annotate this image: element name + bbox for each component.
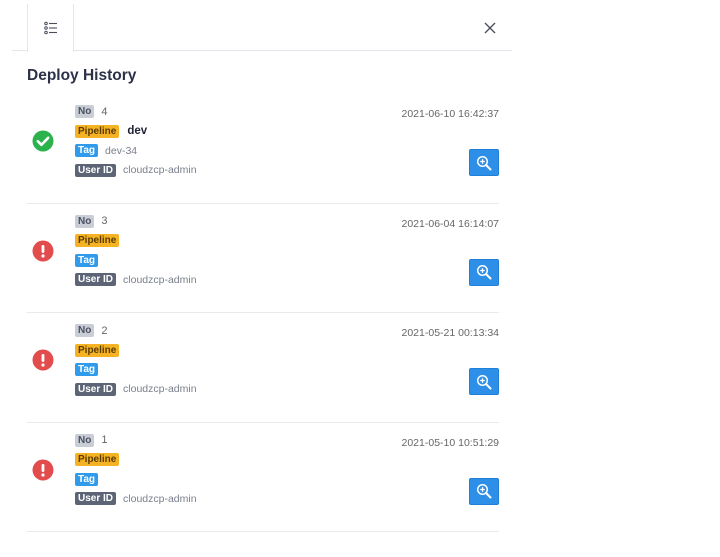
no-value: 4 bbox=[101, 105, 108, 118]
page-title: Deploy History bbox=[27, 67, 137, 84]
user-line: User ID cloudzcp-admin bbox=[75, 489, 455, 509]
no-badge: No bbox=[75, 433, 95, 447]
close-icon bbox=[484, 22, 496, 34]
user-line: User ID cloudzcp-admin bbox=[75, 380, 455, 400]
pipeline-badge: Pipeline bbox=[75, 234, 120, 248]
user-id-value: cloudzcp-admin bbox=[123, 273, 197, 286]
user-id-badge: User ID bbox=[75, 492, 117, 506]
deploy-timestamp: 2021-06-10 16:42:37 bbox=[401, 108, 500, 120]
zoom-in-icon bbox=[476, 374, 492, 389]
zoom-in-icon bbox=[476, 264, 492, 280]
zoom-in-icon bbox=[476, 155, 492, 170]
deploy-meta: No 1 Pipeline Tag User ID cloudzcp-admin bbox=[75, 431, 455, 509]
zoom-in-icon bbox=[476, 483, 492, 499]
exclamation-circle-icon bbox=[32, 240, 54, 262]
tab-deploy-history[interactable] bbox=[27, 4, 74, 52]
deploy-timestamp: 2021-05-10 10:51:29 bbox=[401, 436, 500, 449]
list-icon bbox=[43, 21, 57, 35]
no-line: No 2 bbox=[75, 321, 455, 341]
check-circle-icon bbox=[32, 130, 54, 152]
view-details-button[interactable] bbox=[469, 258, 499, 286]
tab-bar bbox=[12, 4, 512, 52]
no-value: 3 bbox=[101, 215, 108, 228]
user-id-badge: User ID bbox=[75, 163, 117, 177]
pipeline-line: Pipeline bbox=[75, 450, 455, 470]
tag-badge: Tag bbox=[75, 472, 99, 486]
no-badge: No bbox=[75, 105, 95, 119]
view-details-button[interactable] bbox=[469, 368, 499, 395]
pipeline-badge: Pipeline bbox=[75, 343, 120, 357]
no-line: No 4 bbox=[75, 102, 455, 122]
user-id-value: cloudzcp-admin bbox=[123, 164, 197, 177]
view-details-button[interactable] bbox=[469, 477, 499, 505]
exclamation-circle-icon bbox=[32, 459, 54, 481]
tag-badge: Tag bbox=[75, 253, 99, 267]
tag-badge: Tag bbox=[75, 144, 99, 158]
pipeline-line: Pipeline dev bbox=[75, 122, 455, 142]
pipeline-line: Pipeline bbox=[75, 231, 455, 251]
tag-value: dev-34 bbox=[105, 144, 138, 157]
user-id-value: cloudzcp-admin bbox=[123, 492, 197, 505]
pipeline-badge: Pipeline bbox=[75, 124, 120, 138]
no-value: 1 bbox=[101, 434, 108, 447]
no-value: 2 bbox=[101, 324, 108, 337]
deploy-item: No 1 Pipeline Tag User ID cloudzcp-admin… bbox=[27, 423, 500, 532]
deploy-history-panel: Deploy History No 4 Pipeline dev Tag dev… bbox=[12, 4, 512, 557]
user-id-value: cloudzcp-admin bbox=[123, 383, 197, 396]
deploy-timestamp: 2021-06-04 16:14:07 bbox=[401, 217, 500, 230]
deploy-meta: No 3 Pipeline Tag User ID cloudzcp-admin bbox=[75, 212, 455, 290]
no-badge: No bbox=[75, 324, 95, 338]
deploy-timestamp: 2021-05-21 00:13:34 bbox=[401, 327, 500, 339]
deploy-item: No 4 Pipeline dev Tag dev-34 User ID clo… bbox=[27, 94, 499, 204]
tag-line: Tag bbox=[75, 360, 455, 380]
tag-line: Tag bbox=[75, 470, 455, 490]
deploy-meta: No 2 Pipeline Tag User ID cloudzcp-admin bbox=[75, 321, 455, 399]
user-line: User ID cloudzcp-admin bbox=[75, 270, 455, 290]
deploy-list: No 4 Pipeline dev Tag dev-34 User ID clo… bbox=[27, 94, 499, 532]
no-line: No 1 bbox=[75, 431, 455, 451]
user-line: User ID cloudzcp-admin bbox=[75, 161, 455, 181]
no-line: No 3 bbox=[75, 212, 455, 232]
tag-badge: Tag bbox=[75, 363, 99, 377]
tag-line: Tag dev-34 bbox=[75, 141, 455, 161]
pipeline-value: dev bbox=[127, 125, 148, 138]
pipeline-line: Pipeline bbox=[75, 341, 455, 361]
user-id-badge: User ID bbox=[75, 273, 117, 287]
view-details-button[interactable] bbox=[469, 149, 499, 176]
deploy-item: No 2 Pipeline Tag User ID cloudzcp-admin… bbox=[27, 313, 499, 423]
exclamation-circle-icon bbox=[32, 349, 54, 371]
user-id-badge: User ID bbox=[75, 382, 117, 396]
tag-line: Tag bbox=[75, 251, 455, 271]
no-badge: No bbox=[75, 214, 95, 228]
deploy-item: No 3 Pipeline Tag User ID cloudzcp-admin… bbox=[27, 204, 500, 313]
pipeline-badge: Pipeline bbox=[75, 453, 120, 467]
close-button[interactable] bbox=[482, 20, 498, 36]
deploy-meta: No 4 Pipeline dev Tag dev-34 User ID clo… bbox=[75, 102, 455, 180]
